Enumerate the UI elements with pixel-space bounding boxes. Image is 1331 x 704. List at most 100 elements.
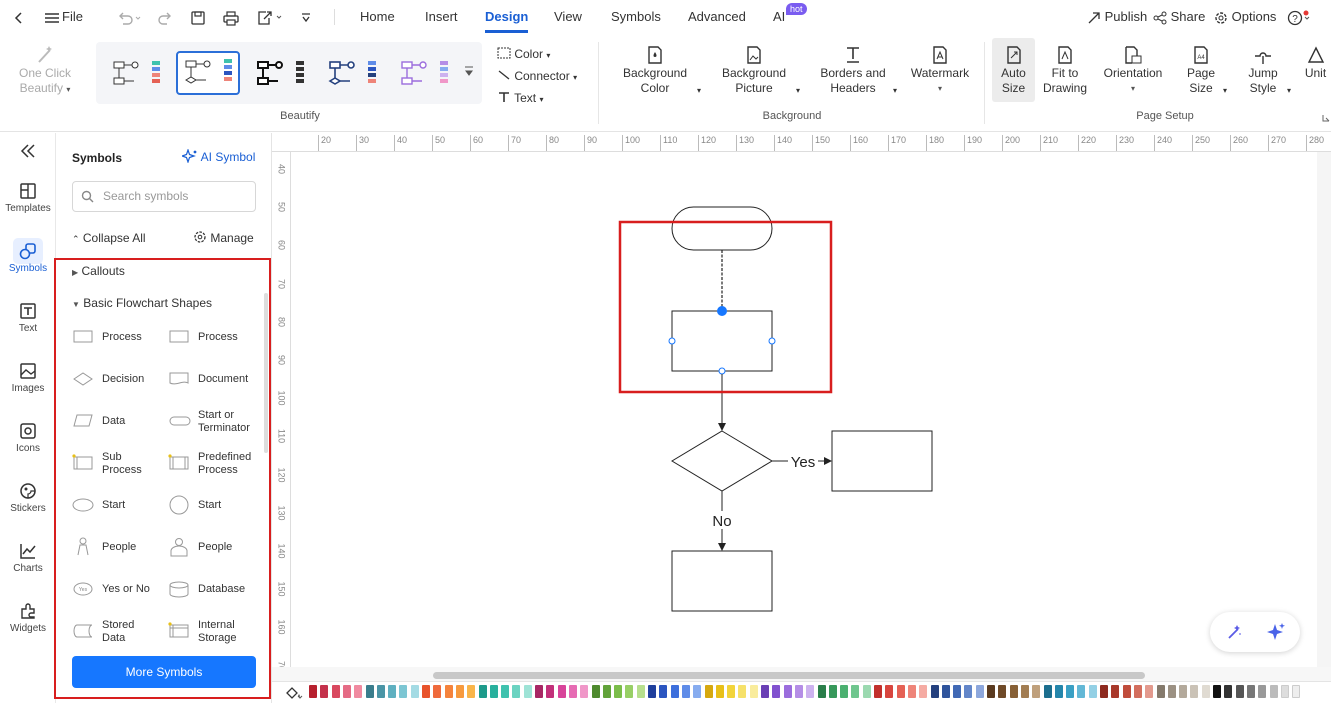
shape-item[interactable]: Internal Storage bbox=[168, 617, 260, 647]
connection-point-right[interactable] bbox=[768, 337, 776, 345]
borders-headers-button[interactable]: Borders and Headers bbox=[813, 40, 893, 96]
connector-dropdown[interactable]: Connector ▾ bbox=[497, 66, 577, 88]
color-swatch[interactable] bbox=[1213, 685, 1221, 698]
shape-item[interactable]: Process bbox=[72, 323, 164, 353]
watermark-button[interactable]: Watermark ▾ bbox=[906, 40, 974, 96]
color-swatch[interactable] bbox=[648, 685, 656, 698]
color-swatch[interactable] bbox=[930, 685, 939, 698]
ai-symbol-button[interactable]: AI Symbol bbox=[180, 148, 255, 164]
color-swatch[interactable] bbox=[681, 685, 690, 698]
nav-stickers[interactable]: Stickers bbox=[0, 479, 56, 514]
more-dropdown-icon[interactable] bbox=[300, 0, 312, 34]
help-icon[interactable]: ? bbox=[1287, 0, 1315, 34]
color-swatch[interactable] bbox=[896, 685, 905, 698]
horizontal-scroll-thumb[interactable] bbox=[433, 672, 1145, 679]
color-swatch[interactable] bbox=[794, 685, 803, 698]
print-icon[interactable] bbox=[222, 0, 240, 34]
jump-style-button[interactable]: Jump Style bbox=[1240, 40, 1286, 96]
color-swatch[interactable] bbox=[817, 685, 826, 698]
shape-item[interactable]: Start or Terminator bbox=[168, 407, 260, 437]
process-shape-yes[interactable] bbox=[831, 430, 933, 492]
color-swatch[interactable] bbox=[546, 685, 555, 698]
color-swatch[interactable] bbox=[1235, 685, 1244, 698]
tab-view[interactable]: View bbox=[554, 0, 582, 34]
shape-item[interactable]: Predefined Process bbox=[168, 449, 260, 479]
color-swatch[interactable] bbox=[670, 685, 679, 698]
beautify-style-3[interactable] bbox=[248, 52, 312, 96]
color-swatch[interactable] bbox=[919, 685, 928, 698]
color-swatch[interactable] bbox=[885, 685, 894, 698]
color-swatch[interactable] bbox=[1269, 685, 1278, 698]
color-swatch[interactable] bbox=[422, 685, 430, 698]
color-swatch[interactable] bbox=[399, 685, 408, 698]
nav-text[interactable]: Text bbox=[0, 299, 56, 334]
fill-bucket-icon[interactable] bbox=[284, 685, 304, 704]
color-swatch[interactable] bbox=[998, 685, 1007, 698]
color-swatch[interactable] bbox=[1066, 685, 1075, 698]
color-swatch[interactable] bbox=[907, 685, 916, 698]
color-swatch[interactable] bbox=[941, 685, 950, 698]
shape-item[interactable]: Data bbox=[72, 407, 164, 437]
shape-item[interactable]: Start bbox=[168, 491, 260, 521]
nav-symbols[interactable]: Symbols bbox=[0, 238, 56, 274]
nav-charts[interactable]: Charts bbox=[0, 539, 56, 574]
color-swatch[interactable] bbox=[1190, 685, 1199, 698]
color-swatch[interactable] bbox=[987, 685, 995, 698]
shape-item[interactable]: Sub Process bbox=[72, 449, 164, 479]
color-swatch[interactable] bbox=[828, 685, 837, 698]
color-swatch[interactable] bbox=[749, 685, 758, 698]
panel-scrollbar[interactable] bbox=[264, 293, 268, 453]
background-color-button[interactable]: Background Color bbox=[615, 40, 695, 96]
shape-item[interactable]: Document bbox=[168, 365, 260, 395]
publish-button[interactable]: Publish bbox=[1087, 0, 1147, 34]
process-shape-no[interactable] bbox=[671, 550, 773, 612]
tab-insert[interactable]: Insert bbox=[425, 0, 458, 34]
tab-advanced[interactable]: Advanced bbox=[688, 0, 746, 34]
color-swatch[interactable] bbox=[1100, 685, 1108, 698]
tab-symbols[interactable]: Symbols bbox=[611, 0, 661, 34]
color-swatch[interactable] bbox=[580, 685, 589, 698]
nav-widgets[interactable]: Widgets bbox=[0, 599, 56, 634]
color-swatch[interactable] bbox=[1088, 685, 1097, 698]
options-button[interactable]: Options bbox=[1214, 0, 1276, 34]
color-swatch[interactable] bbox=[1201, 685, 1210, 698]
beautify-style-2[interactable] bbox=[176, 51, 240, 95]
vertical-scrollbar[interactable] bbox=[1317, 152, 1331, 667]
color-swatch[interactable] bbox=[1156, 685, 1165, 698]
color-swatch[interactable] bbox=[354, 685, 363, 698]
nav-templates[interactable]: Templates bbox=[0, 179, 56, 214]
file-menu[interactable]: File bbox=[44, 0, 83, 34]
color-swatch[interactable] bbox=[704, 685, 713, 698]
collapse-all-button[interactable]: ⌃ Collapse All bbox=[72, 231, 146, 245]
color-swatch[interactable] bbox=[727, 685, 736, 698]
manage-button[interactable]: Manage bbox=[193, 230, 254, 245]
color-swatch[interactable] bbox=[512, 685, 521, 698]
color-swatch[interactable] bbox=[467, 685, 476, 698]
color-swatch[interactable] bbox=[342, 685, 351, 698]
color-swatch[interactable] bbox=[1292, 685, 1301, 698]
color-swatch[interactable] bbox=[309, 685, 317, 698]
unit-button[interactable]: Unit bbox=[1300, 40, 1331, 81]
connection-point-left[interactable] bbox=[668, 337, 676, 345]
redo-icon[interactable] bbox=[158, 0, 174, 34]
color-swatch[interactable] bbox=[535, 685, 543, 698]
color-swatch[interactable] bbox=[1167, 685, 1176, 698]
tab-ai[interactable]: AI bbox=[773, 0, 785, 34]
nav-icons[interactable]: Icons bbox=[0, 419, 56, 454]
shape-item[interactable]: Stored Data bbox=[72, 617, 164, 647]
color-dropdown[interactable]: Color ▾ bbox=[497, 44, 577, 66]
color-swatch[interactable] bbox=[376, 685, 385, 698]
connection-point-bottom[interactable] bbox=[718, 367, 726, 375]
color-swatch[interactable] bbox=[761, 685, 769, 698]
color-swatch[interactable] bbox=[953, 685, 962, 698]
color-swatch[interactable] bbox=[1009, 685, 1018, 698]
color-swatch[interactable] bbox=[1133, 685, 1142, 698]
color-swatch[interactable] bbox=[783, 685, 792, 698]
text-dropdown[interactable]: Text ▾ bbox=[497, 88, 577, 110]
color-swatch[interactable] bbox=[602, 685, 611, 698]
color-swatch[interactable] bbox=[388, 685, 397, 698]
basic-flowchart-category[interactable]: ▼ Basic Flowchart Shapes bbox=[72, 296, 212, 310]
color-swatch[interactable] bbox=[1258, 685, 1267, 698]
process-shape-selected[interactable] bbox=[671, 310, 773, 372]
color-swatch[interactable] bbox=[806, 685, 815, 698]
